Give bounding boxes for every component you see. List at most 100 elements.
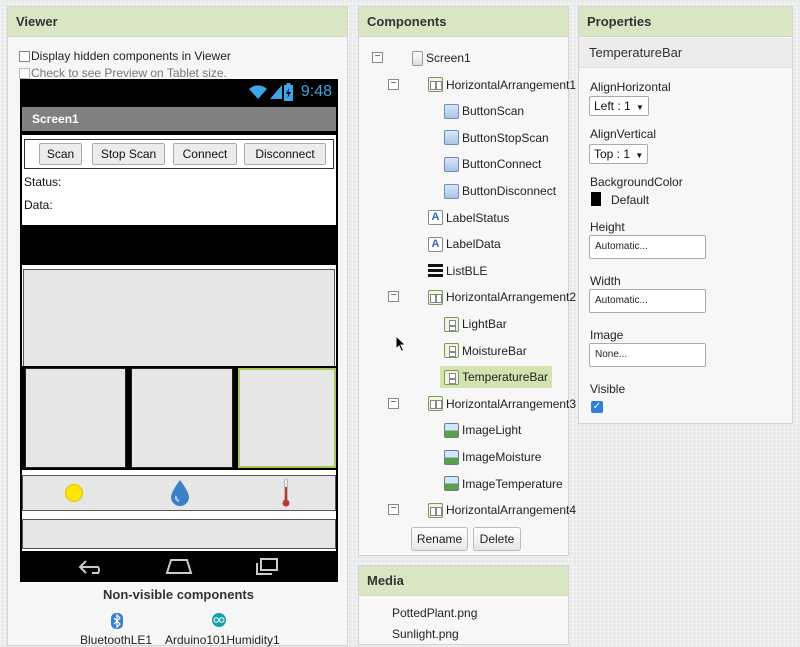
- delete-button[interactable]: Delete: [473, 527, 521, 551]
- list-ble-preview[interactable]: [23, 269, 335, 367]
- tree-item-horizontalarrangement2[interactable]: HorizontalArrangement2: [424, 286, 576, 308]
- display-hidden-checkbox[interactable]: [19, 50, 30, 62]
- scan-button[interactable]: Scan: [39, 143, 82, 165]
- tree-collapse-toggle[interactable]: −: [388, 504, 399, 516]
- disconnect-button[interactable]: Disconnect: [244, 143, 326, 165]
- media-panel: Media PottedPlant.png Sunlight.png: [358, 565, 569, 645]
- label-data-preview[interactable]: Data:: [24, 198, 53, 212]
- media-title: Media: [359, 566, 568, 596]
- tree-collapse-toggle[interactable]: −: [388, 78, 399, 90]
- phone-clock: 9:48: [300, 83, 332, 100]
- horizontal-arrangement-4-preview[interactable]: [22, 519, 336, 549]
- tree-item-label: HorizontalArrangement1: [446, 77, 577, 92]
- horizontal-arrangement-1-preview[interactable]: Scan Stop Scan Connect Disconnect: [24, 139, 334, 169]
- bluetooth-icon[interactable]: [111, 613, 123, 629]
- tree-item-label: LabelStatus: [446, 210, 510, 225]
- tree-collapse-toggle[interactable]: −: [388, 397, 399, 409]
- tree-item-buttonstopscan[interactable]: ButtonStopScan: [440, 127, 549, 149]
- background-color-value[interactable]: Default: [611, 193, 649, 207]
- tree-item-imagetemperature[interactable]: ImageTemperature: [440, 473, 563, 495]
- tree-collapse-toggle[interactable]: −: [388, 291, 399, 303]
- tree-item-buttondisconnect[interactable]: ButtonDisconnect: [440, 180, 556, 202]
- tree-item-label: ButtonScan: [462, 104, 525, 119]
- tree-item-label: ImageLight: [462, 423, 522, 438]
- align-vertical-select[interactable]: Top : 1 ▼: [589, 144, 649, 164]
- mouse-cursor-icon: [395, 335, 407, 353]
- non-visible-components-title: Non-visible components: [103, 587, 254, 602]
- image-field[interactable]: None...: [589, 343, 706, 367]
- button-icon: [444, 156, 459, 172]
- tree-item-lightbar[interactable]: LightBar: [440, 313, 507, 335]
- back-icon[interactable]: [78, 559, 106, 575]
- arduino-humidity-component[interactable]: Arduino101Humidity1: [165, 633, 280, 647]
- thermometer-icon[interactable]: [281, 478, 291, 508]
- visible-checkbox[interactable]: ✓: [591, 401, 603, 413]
- media-item-potted-plant[interactable]: PottedPlant.png: [392, 606, 477, 620]
- button-icon: [444, 183, 459, 199]
- background-color-label: BackgroundColor: [590, 175, 683, 189]
- temperature-bar-preview[interactable]: [238, 368, 336, 468]
- tree-item-screen1[interactable]: Screen1: [408, 47, 471, 69]
- vertical-arrangement-icon: [444, 343, 459, 359]
- tree-item-buttonconnect[interactable]: ButtonConnect: [440, 153, 541, 175]
- tablet-preview-checkbox[interactable]: [19, 67, 30, 79]
- stop-scan-button[interactable]: Stop Scan: [92, 143, 165, 165]
- tree-item-imagemoisture[interactable]: ImageMoisture: [440, 446, 541, 468]
- tree-item-listble[interactable]: ListBLE: [424, 260, 487, 282]
- sun-icon[interactable]: [64, 483, 84, 503]
- selected-component-name: TemperatureBar: [579, 38, 792, 68]
- screen-title-bar: Screen1: [22, 107, 336, 131]
- water-drop-icon[interactable]: [169, 479, 191, 507]
- horizontal-arrangement-3-preview[interactable]: [22, 475, 336, 511]
- tree-item-imagelight[interactable]: ImageLight: [440, 419, 521, 441]
- height-label: Height: [590, 220, 625, 234]
- tablet-preview-label: Check to see Preview on Tablet size.: [31, 66, 227, 80]
- visible-label: Visible: [590, 382, 626, 396]
- bluetooth-le-component[interactable]: BluetoothLE1: [80, 633, 152, 647]
- tablet-preview-option[interactable]: Check to see Preview on Tablet size.: [19, 66, 227, 80]
- tree-item-labeldata[interactable]: A LabelData: [424, 233, 501, 255]
- list-ble-header-preview: [22, 225, 336, 265]
- tree-item-moisturebar[interactable]: MoistureBar: [440, 340, 527, 362]
- arduino-icon[interactable]: [210, 613, 228, 627]
- phone-preview: 9:48 Screen1 Scan Stop Scan Connect Disc…: [20, 79, 338, 582]
- tree-item-buttonscan[interactable]: ButtonScan: [440, 100, 524, 122]
- tree-item-label: LightBar: [462, 317, 507, 331]
- display-hidden-components-option[interactable]: Display hidden components in Viewer: [19, 49, 231, 63]
- screen-icon: [412, 50, 423, 66]
- height-field[interactable]: Automatic...: [589, 235, 706, 259]
- viewer-panel: Viewer Display hidden components in View…: [7, 6, 348, 647]
- tree-item-temperaturebar[interactable]: TemperatureBar: [440, 366, 553, 389]
- tree-item-horizontalarrangement4[interactable]: HorizontalArrangement4: [424, 499, 576, 521]
- image-icon: [444, 422, 459, 438]
- tree-collapse-toggle[interactable]: −: [372, 52, 383, 63]
- wifi-icon: [248, 84, 268, 100]
- horizontal-arrangement-2-preview[interactable]: [22, 366, 336, 470]
- rename-button[interactable]: Rename: [411, 527, 468, 551]
- tree-item-labelstatus[interactable]: A LabelStatus: [424, 207, 509, 229]
- home-icon[interactable]: [163, 558, 195, 574]
- tree-item-label: HorizontalArrangement3: [446, 396, 577, 411]
- tree-item-label: TemperatureBar: [462, 370, 549, 385]
- align-vertical-value: Top : 1: [594, 147, 631, 161]
- properties-title: Properties: [579, 7, 792, 37]
- media-item-sunlight[interactable]: Sunlight.png: [392, 627, 459, 641]
- align-horizontal-value: Left : 1: [594, 99, 631, 113]
- light-bar-preview[interactable]: [25, 368, 126, 468]
- tree-item-label: HorizontalArrangement4: [446, 503, 577, 518]
- tree-item-horizontalarrangement1[interactable]: HorizontalArrangement1: [424, 74, 576, 96]
- tree-item-label: ButtonConnect: [462, 157, 542, 172]
- moisture-bar-preview[interactable]: [131, 368, 233, 468]
- tree-item-horizontalarrangement3[interactable]: HorizontalArrangement3: [424, 393, 576, 415]
- tree-item-label: HorizontalArrangement2: [446, 290, 577, 305]
- align-vertical-label: AlignVertical: [590, 127, 657, 141]
- viewer-title: Viewer: [8, 7, 347, 37]
- background-color-swatch[interactable]: [591, 192, 601, 206]
- align-horizontal-select[interactable]: Left : 1 ▼: [589, 96, 649, 116]
- recent-apps-icon[interactable]: [254, 558, 280, 576]
- horizontal-arrangement-icon: [428, 289, 443, 305]
- width-field[interactable]: Automatic...: [589, 289, 706, 313]
- phone-status-bar: 9:48: [20, 79, 338, 107]
- connect-button[interactable]: Connect: [173, 143, 237, 165]
- label-status-preview[interactable]: Status:: [24, 175, 61, 189]
